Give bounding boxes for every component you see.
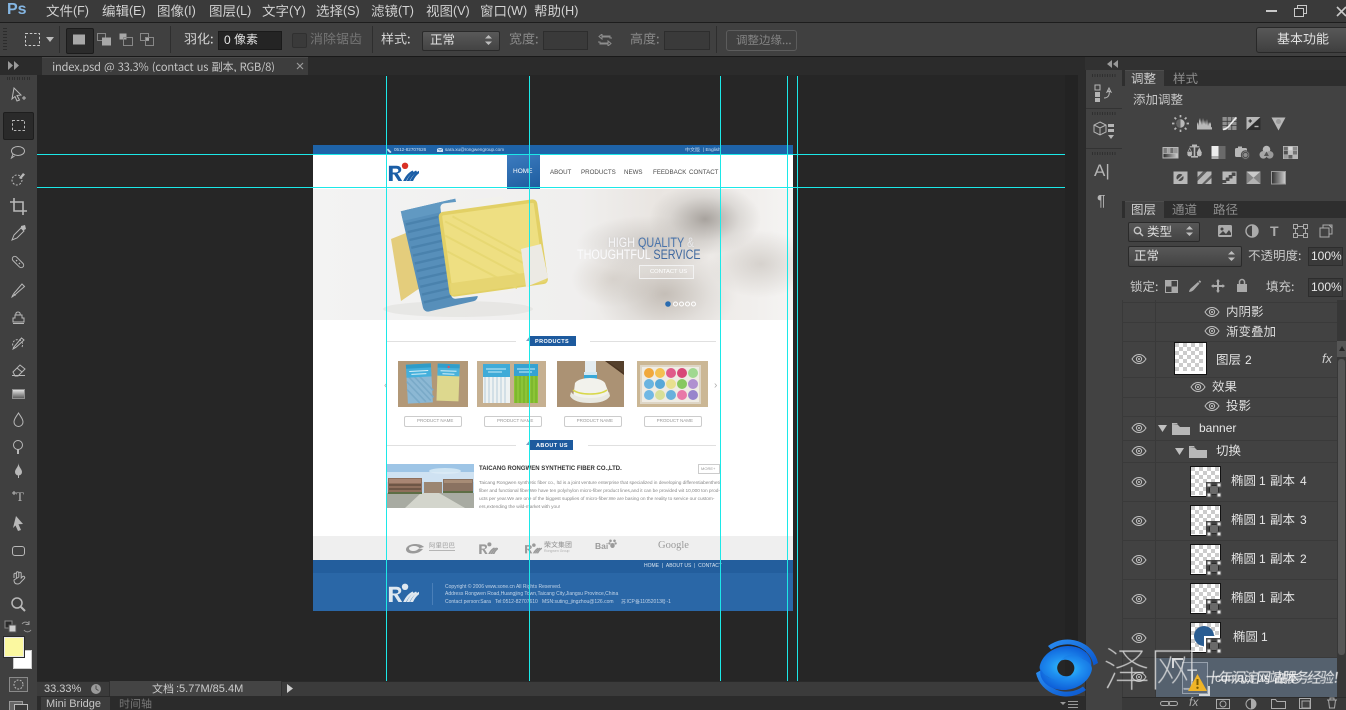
svg-text:T: T: [16, 489, 24, 504]
